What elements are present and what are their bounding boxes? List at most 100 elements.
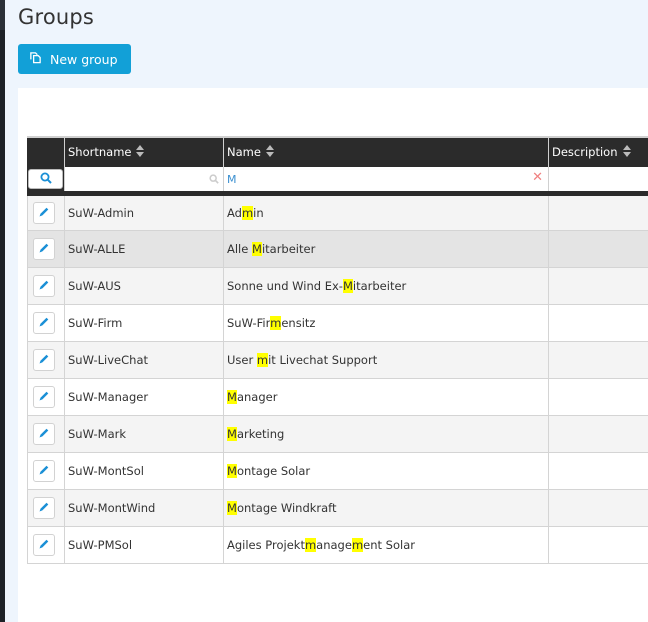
table-row[interactable]: SuW-Firm SuW-Firmensitz — [27, 304, 648, 342]
edit-button[interactable] — [33, 349, 55, 371]
shortname-cell: SuW-LiveChat — [64, 341, 224, 379]
edit-cell — [27, 267, 65, 305]
name-cell: Agiles Projektmanagement Solar — [223, 526, 549, 564]
edit-cell — [27, 341, 65, 379]
description-cell — [548, 452, 648, 490]
search-icon — [40, 172, 52, 187]
edit-cell — [27, 230, 65, 268]
edit-button[interactable] — [33, 275, 55, 297]
edit-button[interactable] — [33, 312, 55, 334]
clear-filter-icon[interactable]: ✕ — [532, 170, 543, 185]
shortname-cell: SuW-Mark — [64, 415, 224, 453]
pencil-icon — [38, 464, 50, 479]
search-highlight: M — [227, 427, 237, 441]
pencil-icon — [38, 353, 50, 368]
shortname-cell: SuW-Firm — [64, 304, 224, 342]
edit-cell — [27, 192, 65, 231]
pencil-icon — [38, 427, 50, 442]
edit-button[interactable] — [33, 238, 55, 260]
table-row[interactable]: SuW-Mark Marketing — [27, 415, 648, 453]
header-name-label: Name — [227, 145, 261, 159]
shortname-cell: SuW-ALLE — [64, 230, 224, 268]
edit-button[interactable] — [33, 386, 55, 408]
header-shortname-label: Shortname — [68, 145, 132, 159]
edit-button[interactable] — [33, 497, 55, 519]
table-row[interactable]: SuW-LiveChat User mit Livechat Support — [27, 341, 648, 379]
search-highlight: M — [227, 501, 237, 515]
name-cell: Admin — [223, 192, 549, 231]
search-highlight: M — [227, 464, 237, 478]
filter-description-cell — [548, 167, 648, 196]
table-row[interactable]: SuW-Admin Admin — [27, 192, 648, 231]
new-group-label: New group — [50, 51, 118, 67]
edit-button[interactable] — [33, 423, 55, 445]
side-strip — [0, 0, 5, 622]
sort-icon[interactable] — [265, 145, 274, 160]
table-row[interactable]: SuW-Manager Manager — [27, 378, 648, 416]
pencil-icon — [38, 538, 50, 553]
description-cell — [548, 526, 648, 564]
edit-cell — [27, 452, 65, 490]
name-cell: Marketing — [223, 415, 549, 453]
pencil-icon — [38, 501, 50, 516]
shortname-filter-input[interactable] — [65, 167, 223, 191]
search-highlight: M — [342, 279, 353, 293]
shortname-cell: SuW-MontSol — [64, 452, 224, 490]
filter-row: ✕ — [27, 167, 648, 196]
name-cell: SuW-Firmensitz — [223, 304, 549, 342]
pencil-icon — [38, 242, 50, 257]
search-highlight: M — [252, 242, 262, 256]
search-highlight: m — [270, 316, 282, 330]
filter-search-cell — [27, 167, 65, 196]
search-highlight: m — [256, 353, 269, 367]
name-cell: Alle Mitarbeiter — [223, 230, 549, 268]
header-name[interactable]: Name — [223, 136, 549, 167]
description-cell — [548, 304, 648, 342]
name-cell: Manager — [223, 378, 549, 416]
description-cell — [548, 267, 648, 305]
edit-button[interactable] — [33, 202, 55, 224]
filter-shortname-cell — [64, 167, 224, 196]
name-cell: Montage Windkraft — [223, 489, 549, 527]
sort-icon[interactable] — [622, 145, 631, 160]
page-title: Groups — [18, 5, 95, 29]
description-cell — [548, 415, 648, 453]
new-group-button[interactable]: New group — [18, 44, 131, 74]
edit-cell — [27, 489, 65, 527]
table-row[interactable]: SuW-AUS Sonne und Wind Ex-Mitarbeiter — [27, 267, 648, 305]
side-strip-top — [0, 0, 5, 30]
table-row[interactable]: SuW-ALLE Alle Mitarbeiter — [27, 230, 648, 268]
description-cell — [548, 341, 648, 379]
table-body: SuW-Admin Admin SuW-ALLE Alle Mitarbeiter Su… — [27, 192, 648, 564]
description-cell — [548, 489, 648, 527]
header-shortname[interactable]: Shortname — [64, 136, 224, 167]
header-edit — [27, 136, 65, 167]
shortname-cell: SuW-Manager — [64, 378, 224, 416]
edit-button[interactable] — [33, 534, 55, 556]
name-cell: Montage Solar — [223, 452, 549, 490]
pencil-icon — [38, 279, 50, 294]
description-cell — [548, 378, 648, 416]
name-cell: User mit Livechat Support — [223, 341, 549, 379]
pencil-icon — [38, 206, 50, 221]
shortname-cell: SuW-AUS — [64, 267, 224, 305]
search-highlight: m — [304, 538, 317, 552]
description-cell — [548, 230, 648, 268]
header-description[interactable]: Description — [548, 136, 648, 167]
table-row[interactable]: SuW-MontWind Montage Windkraft — [27, 489, 648, 527]
name-cell: Sonne und Wind Ex-Mitarbeiter — [223, 267, 549, 305]
edit-button[interactable] — [33, 460, 55, 482]
search-button[interactable] — [28, 169, 63, 189]
table-row[interactable]: SuW-MontSol Montage Solar — [27, 452, 648, 490]
edit-cell — [27, 415, 65, 453]
search-icon — [209, 173, 219, 187]
table-row[interactable]: SuW-PMSol Agiles Projektmanagement Solar — [27, 526, 648, 564]
groups-table: Shortname Name Description ✕ SuW-AdminAd… — [27, 136, 648, 564]
shortname-cell: SuW-Admin — [64, 192, 224, 231]
copy-icon — [29, 51, 42, 67]
header-description-label: Description — [552, 145, 618, 159]
sort-icon[interactable] — [136, 145, 145, 160]
name-filter-input[interactable] — [224, 167, 548, 191]
pencil-icon — [38, 390, 50, 405]
search-highlight: m — [351, 538, 364, 552]
